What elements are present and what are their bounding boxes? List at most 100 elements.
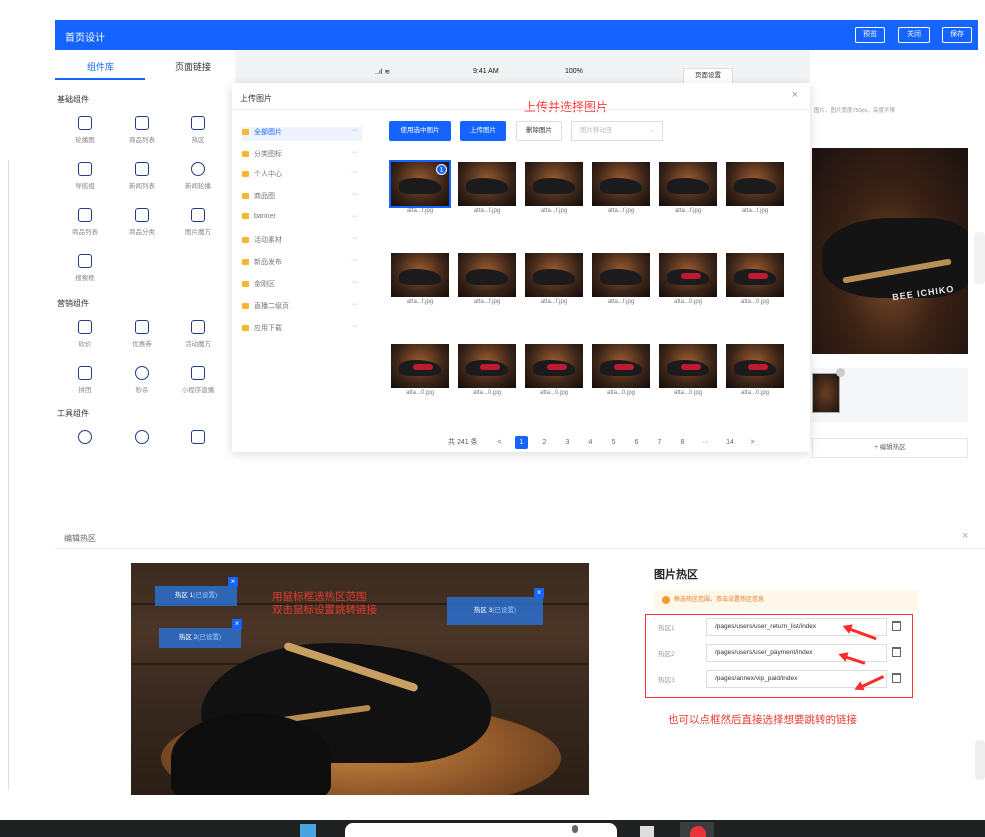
image-thumbnail[interactable]: atta...f.jpg <box>726 162 784 216</box>
component-tool[interactable] <box>112 430 172 448</box>
delete-image-button[interactable]: 删除图片 <box>516 121 562 141</box>
page-button[interactable]: 14 <box>721 436 739 449</box>
page-button[interactable]: 7 <box>653 436 666 449</box>
folder-item[interactable]: 应用下载 ··· <box>242 323 362 337</box>
image-thumbnail[interactable]: atta...0.jpg <box>525 344 583 398</box>
folder-item[interactable]: 商品图 ··· <box>242 191 362 205</box>
folder-more-icon[interactable]: ··· <box>351 257 358 264</box>
folder-item[interactable]: 个人中心 ··· <box>242 169 362 183</box>
folder-more-icon[interactable]: ··· <box>351 169 358 176</box>
image-thumbnail[interactable]: atta...f.jpg <box>458 162 516 216</box>
folder-more-icon[interactable]: ··· <box>351 235 358 242</box>
component-hotspot[interactable]: 热区 <box>168 116 228 144</box>
hotzone-box-2[interactable]: 热区 2(已设置) × <box>159 619 242 648</box>
page-button[interactable]: 5 <box>607 436 620 449</box>
hotzone-3-close-icon[interactable]: × <box>534 588 544 598</box>
save-button[interactable]: 保存 <box>942 27 972 43</box>
image-thumbnail[interactable]: atta...f.jpg <box>659 162 717 216</box>
prev-page-button[interactable]: < <box>493 436 506 449</box>
page-setting-button[interactable]: 页面设置 <box>683 68 733 84</box>
trash-icon[interactable] <box>892 621 901 631</box>
browser-icon[interactable] <box>690 826 706 837</box>
image-thumbnail[interactable]: atta...f.jpg <box>592 253 650 307</box>
tab-page-links[interactable]: 页面链接 <box>175 60 211 73</box>
folder-item[interactable]: 全部图片 ··· <box>242 127 362 141</box>
image-thumbnail[interactable]: atta...0.jpg <box>659 253 717 307</box>
component-product-grid[interactable]: 商品列表 <box>55 208 115 236</box>
component-product-list[interactable]: 商品列表 <box>112 116 172 144</box>
image-thumbnail[interactable]: atta...0.jpg <box>458 344 516 398</box>
component-activity-cube[interactable]: 活动魔方 <box>168 320 228 348</box>
hotzone-box-3[interactable]: 热区 3(已设置) × <box>447 588 544 625</box>
component-service[interactable] <box>55 430 115 448</box>
image-thumbnail[interactable]: atta...f.jpg <box>525 253 583 307</box>
component-search-box[interactable]: 搜索框 <box>55 254 115 282</box>
tab-component-library[interactable]: 组件库 <box>87 60 114 73</box>
page-button[interactable]: 6 <box>630 436 643 449</box>
component-live[interactable]: 小程序直播 <box>168 366 228 394</box>
component-image-cube[interactable]: 图片魔方 <box>168 208 228 236</box>
hotzone-box-1[interactable]: 热区 1(已设置) × <box>155 577 238 606</box>
property-panel: 图片，图片宽度750px，高度不限 BEE ICHIKO + 编辑热区 <box>810 50 978 458</box>
next-page-button[interactable]: > <box>746 436 759 449</box>
image-thumbnail[interactable]: atta...0.jpg <box>391 344 449 398</box>
folder-item[interactable]: 金刚区 ··· <box>242 279 362 293</box>
image-thumbnail[interactable]: atta...f.jpg <box>525 162 583 216</box>
page-button[interactable]: 2 <box>538 436 551 449</box>
hotzone-close-icon[interactable]: × <box>962 530 968 542</box>
component-news-list[interactable]: 新闻列表 <box>112 162 172 190</box>
folder-more-icon[interactable]: ··· <box>351 213 358 220</box>
component-nav-group[interactable]: 导航组 <box>55 162 115 190</box>
image-thumbnail[interactable]: 1 atta...f.jpg <box>389 160 451 216</box>
windows-start-icon[interactable] <box>300 824 316 837</box>
page-button[interactable]: 8 <box>676 436 689 449</box>
folder-more-icon[interactable]: ··· <box>351 279 358 286</box>
component-square[interactable] <box>168 430 228 448</box>
trash-icon[interactable] <box>892 673 901 683</box>
component-category[interactable]: 商品分类 <box>112 208 172 236</box>
folder-more-icon[interactable]: ··· <box>351 323 358 330</box>
close-button[interactable]: 关闭 <box>898 27 930 43</box>
move-to-folder-select[interactable]: 图片移动至 ⌵ <box>571 121 663 141</box>
page-button[interactable]: 1 <box>515 436 528 449</box>
folder-item[interactable]: 分类图标 ··· <box>242 149 362 163</box>
folder-item[interactable]: 活动素材 ··· <box>242 235 362 249</box>
page-button[interactable]: 3 <box>561 436 574 449</box>
preview-button[interactable]: 预览 <box>855 27 885 43</box>
image-thumbnail[interactable]: atta...f.jpg <box>592 162 650 216</box>
modal-close-icon[interactable]: × <box>792 89 798 101</box>
component-group-buy[interactable]: 拼团 <box>55 366 115 394</box>
hotzone-1-close-icon[interactable]: × <box>228 577 238 587</box>
folder-item[interactable]: 新品发布 ··· <box>242 257 362 271</box>
trash-icon[interactable] <box>892 647 901 657</box>
upload-image-button[interactable]: 上传图片 <box>460 121 506 141</box>
folder-more-icon[interactable]: ··· <box>351 301 358 308</box>
image-thumbnail[interactable] <box>812 373 840 413</box>
image-thumbnail[interactable]: atta...0.jpg <box>726 253 784 307</box>
page-ellipsis[interactable]: ··· <box>699 436 712 449</box>
image-thumbnail[interactable]: atta...0.jpg <box>659 344 717 398</box>
hotzone-2-close-icon[interactable]: × <box>232 619 242 629</box>
image-thumbnail[interactable]: atta...f.jpg <box>391 253 449 307</box>
folder-item[interactable]: 直播二级页 ··· <box>242 301 362 315</box>
folder-more-icon[interactable]: ··· <box>351 191 358 198</box>
component-news-carousel[interactable]: 新闻轮播 <box>168 162 228 190</box>
image-thumbnail[interactable]: atta...0.jpg <box>592 344 650 398</box>
scroll-handle[interactable] <box>975 740 985 780</box>
folder-more-icon[interactable]: ··· <box>351 127 358 134</box>
component-coupon[interactable]: 优惠券 <box>112 320 172 348</box>
image-thumbnail[interactable]: atta...0.jpg <box>726 344 784 398</box>
remove-thumbnail-icon[interactable] <box>836 368 845 377</box>
folder-item[interactable]: banner ··· <box>242 213 362 227</box>
image-thumbnail[interactable]: atta...f.jpg <box>458 253 516 307</box>
component-bargain[interactable]: 砍价 <box>55 320 115 348</box>
page-button[interactable]: 4 <box>584 436 597 449</box>
folder-more-icon[interactable]: ··· <box>351 149 358 156</box>
component-carousel[interactable]: 轮播图 <box>55 116 115 144</box>
edit-hotzone-button[interactable]: + 编辑热区 <box>812 438 968 458</box>
component-flash-sale[interactable]: 秒杀 <box>112 366 172 394</box>
taskbar-app-icon[interactable] <box>640 826 654 837</box>
microphone-icon[interactable] <box>572 825 578 833</box>
scroll-handle[interactable] <box>974 232 985 284</box>
use-selected-button[interactable]: 使用选中图片 <box>389 121 451 141</box>
